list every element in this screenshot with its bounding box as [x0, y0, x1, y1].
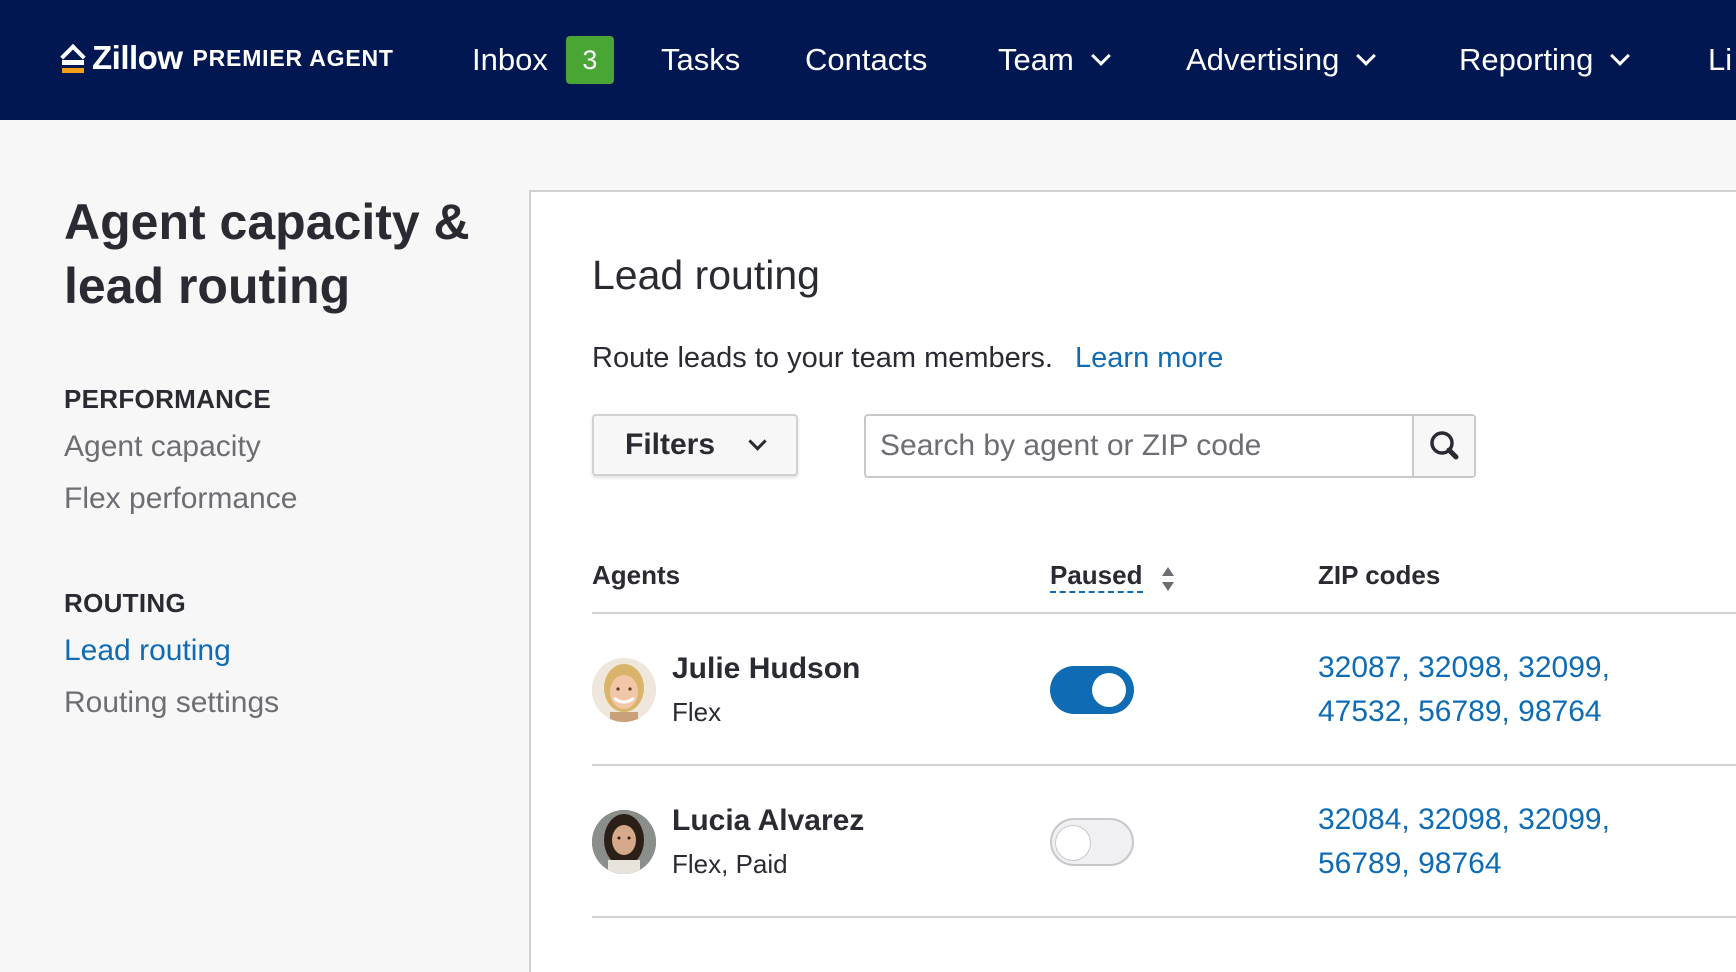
filters-label: Filters	[625, 428, 716, 461]
sidebar-item-lead-routing[interactable]: Lead routing	[64, 634, 231, 668]
nav-team[interactable]: Team	[998, 38, 1111, 82]
description-text: Route leads to your team members.	[592, 342, 1053, 374]
nav-inbox[interactable]: Inbox 3	[472, 36, 614, 84]
nav-tasks[interactable]: Tasks	[661, 38, 740, 82]
zip-codes-line: 32087, 32098, 32099,	[1318, 651, 1610, 684]
zip-codes-line: 56789, 98764	[1318, 847, 1502, 880]
filters-button[interactable]: Filters	[592, 414, 798, 476]
row-divider	[592, 916, 1736, 918]
nav-tasks-label: Tasks	[661, 42, 741, 77]
logo-subtitle: PREMIER AGENT	[192, 44, 394, 71]
avatar	[592, 810, 656, 874]
chevron-down-icon	[1610, 46, 1631, 66]
panel-title: Lead routing	[592, 252, 820, 298]
paused-toggle[interactable]	[1050, 818, 1134, 866]
row-divider	[592, 764, 1736, 766]
agent-type: Flex, Paid	[672, 849, 788, 879]
sort-icon[interactable]	[1160, 565, 1176, 593]
nav-contacts[interactable]: Contacts	[805, 38, 927, 82]
nav-advertising-label: Advertising	[1186, 42, 1340, 77]
avatar	[592, 658, 656, 722]
nav-advertising[interactable]: Advertising	[1186, 38, 1377, 82]
zip-codes-line: 47532, 56789, 98764	[1318, 695, 1602, 728]
agent-name[interactable]: Lucia Alvarez	[672, 804, 864, 838]
agent-photo-icon	[592, 810, 656, 874]
search-icon	[1430, 431, 1459, 460]
chevron-down-icon	[1356, 46, 1377, 66]
nav-contacts-label: Contacts	[805, 42, 928, 77]
section-label-performance: PERFORMANCE	[64, 384, 271, 414]
page-title: Agent capacity & lead routing	[64, 194, 470, 314]
search-box	[864, 414, 1476, 478]
table-header-divider	[592, 612, 1736, 614]
paused-toggle[interactable]	[1050, 666, 1134, 714]
nav-reporting-label: Reporting	[1459, 42, 1594, 77]
nav-listings-label: Li	[1708, 42, 1733, 77]
sidebar-item-routing-settings[interactable]: Routing settings	[64, 686, 279, 720]
column-header-zip-codes: ZIP codes	[1318, 560, 1441, 590]
nav-reporting[interactable]: Reporting	[1459, 38, 1631, 82]
chevron-down-icon	[748, 432, 767, 451]
top-nav: Zillow PREMIER AGENT Inbox 3 Tasks Conta…	[0, 0, 1736, 120]
nav-inbox-label: Inbox	[472, 42, 548, 77]
nav-team-label: Team	[998, 42, 1074, 77]
search-input[interactable]	[866, 416, 1414, 476]
toggle-knob	[1092, 673, 1126, 707]
agent-photo-icon	[592, 658, 656, 722]
zip-codes-link[interactable]: 32084, 32098, 32099, 56789, 98764	[1318, 798, 1678, 886]
description: Route leads to your team members. Learn …	[592, 342, 1223, 375]
sidebar-item-flex-performance[interactable]: Flex performance	[64, 482, 297, 516]
chevron-down-icon	[1090, 46, 1111, 66]
agent-type: Flex	[672, 697, 722, 727]
inbox-count-badge: 3	[565, 36, 614, 84]
zip-codes-line: 32084, 32098, 32099,	[1318, 803, 1610, 836]
zillow-logo-icon	[60, 42, 86, 74]
section-label-routing: ROUTING	[64, 588, 186, 618]
agent-name[interactable]: Julie Hudson	[672, 652, 860, 686]
column-header-agents: Agents	[592, 560, 681, 590]
logo-wordmark: Zillow	[92, 39, 183, 76]
learn-more-link[interactable]: Learn more	[1075, 342, 1223, 374]
toggle-knob	[1055, 825, 1091, 861]
sidebar-item-agent-capacity[interactable]: Agent capacity	[64, 430, 261, 464]
search-button[interactable]	[1412, 416, 1474, 476]
zip-codes-link[interactable]: 32087, 32098, 32099, 47532, 56789, 98764	[1318, 646, 1678, 734]
column-header-paused[interactable]: Paused	[1050, 560, 1143, 593]
zillow-logo[interactable]: Zillow PREMIER AGENT	[60, 38, 394, 78]
nav-listings-truncated[interactable]: Li	[1708, 38, 1732, 82]
